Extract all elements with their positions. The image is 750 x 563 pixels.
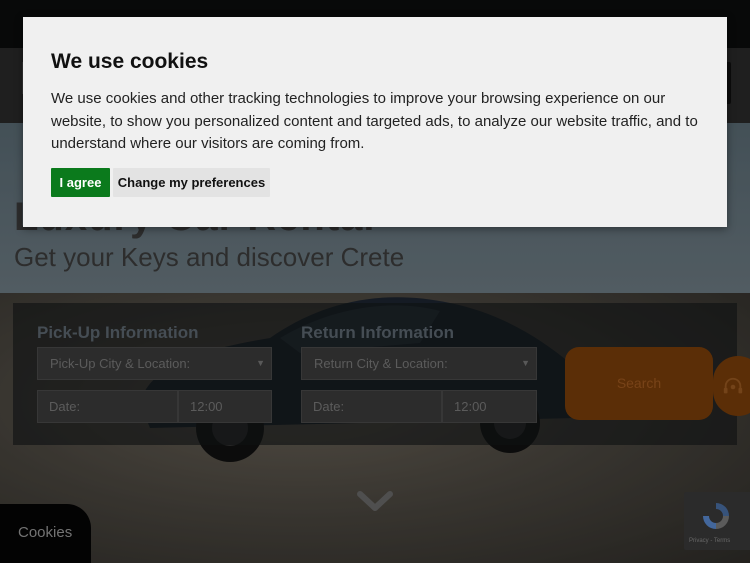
- cookie-consent-dialog: We use cookies We use cookies and other …: [23, 17, 727, 227]
- pickup-location-value: Pick-Up City & Location:: [50, 356, 191, 371]
- cookie-dialog-text: We use cookies and other tracking techno…: [51, 90, 698, 152]
- return-time-field[interactable]: 12:00: [442, 390, 537, 423]
- pickup-heading: Pick-Up Information: [37, 323, 199, 342]
- chevron-down-icon[interactable]: [356, 490, 394, 514]
- pickup-date-field[interactable]: Date:: [37, 390, 178, 423]
- cookie-dialog-title: We use cookies: [51, 50, 209, 73]
- headset-icon: [723, 377, 743, 394]
- hero-subtitle: Get your Keys and discover Crete: [14, 242, 405, 272]
- return-location-select[interactable]: Return City & Location: ▼: [301, 347, 537, 380]
- pickup-location-select[interactable]: Pick-Up City & Location: ▼: [37, 347, 272, 380]
- recaptcha-icon: [703, 503, 729, 529]
- agree-button[interactable]: I agree: [51, 168, 110, 197]
- return-date-field[interactable]: Date:: [301, 390, 442, 423]
- dropdown-arrow-icon: ▼: [256, 358, 265, 368]
- dropdown-arrow-icon: ▼: [521, 358, 530, 368]
- recaptcha-links[interactable]: Privacy - Terms: [689, 538, 730, 544]
- return-heading: Return Information: [301, 323, 454, 342]
- return-location-value: Return City & Location:: [314, 356, 448, 371]
- pickup-time-field[interactable]: 12:00: [178, 390, 272, 423]
- cookies-tab-label: Cookies: [18, 524, 73, 541]
- search-button[interactable]: Search: [565, 347, 713, 420]
- change-preferences-button[interactable]: Change my preferences: [113, 168, 270, 197]
